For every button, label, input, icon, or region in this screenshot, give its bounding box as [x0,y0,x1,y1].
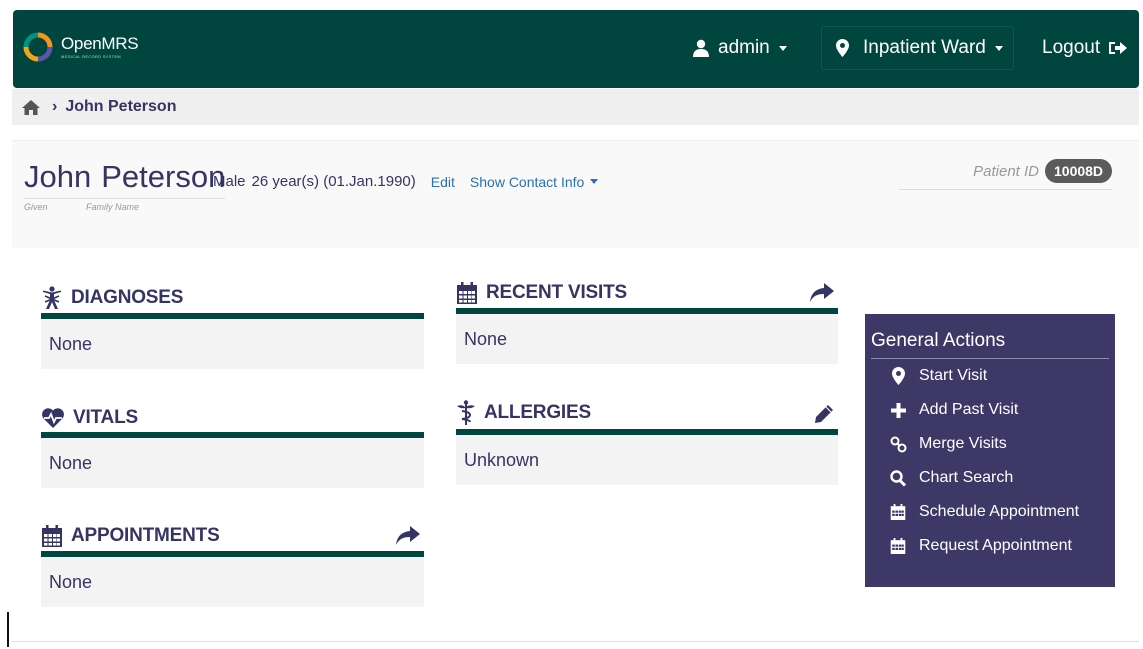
allergies-value: Unknown [456,435,838,485]
plus-icon [888,402,908,418]
heartbeat-icon [42,408,64,428]
pencil-icon[interactable] [814,404,834,424]
location-name: Inpatient Ward [863,37,986,58]
home-icon[interactable] [22,99,40,115]
diagnosis-icon [43,286,61,309]
link-icon [888,436,908,453]
diagnoses-value: None [41,319,424,369]
breadcrumb: › John Peterson [12,89,1139,125]
start-visit-action[interactable]: Start Visit [871,359,1109,393]
diagnoses-title: DIAGNOSES [71,287,184,308]
search-icon [888,469,908,487]
vitals-section: VITALS None [41,404,424,488]
openmrs-logo-icon [23,32,53,62]
text-cursor [7,612,9,647]
recent-visits-value: None [456,314,838,364]
chevron-right-icon: › [52,98,58,115]
patient-name: John Peterson [24,159,226,199]
chevron-down-icon [994,45,1003,51]
vitals-value: None [41,438,424,488]
schedule-appointment-label: Schedule Appointment [919,503,1080,520]
recent-visits-title: RECENT VISITS [486,282,627,303]
medical-caduceus-icon [457,400,475,425]
user-icon [693,39,709,57]
add-past-visit-label: Add Past Visit [919,401,1019,418]
patient-age: 26 year(s) (01.Jan.1990) [251,173,416,190]
diagnoses-section: DIAGNOSES None [41,285,424,369]
chevron-down-icon [778,45,787,51]
start-visit-label: Start Visit [919,367,988,384]
patient-given-name: John [24,159,92,194]
allergies-section: ALLERGIES Unknown [456,400,838,485]
appointments-value: None [41,557,424,607]
general-actions-panel: General Actions Start Visit Add Past Vis… [865,314,1115,587]
user-menu[interactable]: admin [693,37,787,59]
request-appointment-action[interactable]: Request Appointment [871,529,1109,563]
page-bottom-divider [12,641,1139,642]
user-name: admin [718,37,770,58]
general-actions-title: General Actions [871,330,1109,359]
logout-link[interactable]: Logout [1042,37,1128,59]
show-contact-info-label: Show Contact Info [469,173,585,190]
patient-gender: Male [213,173,246,190]
patient-family-name: Peterson [101,159,226,194]
recent-visits-section: RECENT VISITS None [456,280,838,364]
logout-label: Logout [1042,37,1101,58]
calendar-icon [888,503,908,521]
map-marker-icon [836,39,849,57]
logo-name: OpenMRS [61,34,139,53]
share-arrow-icon[interactable] [396,526,420,546]
share-arrow-icon[interactable] [810,283,834,303]
calendar-icon [42,525,62,547]
patient-id: Patient ID 10008D [899,159,1113,190]
show-contact-info-link[interactable]: Show Contact Info [470,174,584,190]
caret-down-icon [590,179,599,184]
patient-id-badge: 10008D [1045,159,1113,183]
calendar-icon [457,282,477,304]
patient-header: John Peterson Given Family Name Male 26 … [12,140,1139,248]
calendar-icon [888,537,908,555]
chart-search-label: Chart Search [919,469,1014,486]
merge-visits-label: Merge Visits [919,435,1007,452]
vitals-title: VITALS [73,407,138,428]
family-name-label: Family Name [86,202,140,212]
appointments-section: APPOINTMENTS None [41,523,424,607]
sign-out-icon [1109,42,1128,54]
logo-tagline: MEDICAL RECORD SYSTEM [61,54,121,59]
breadcrumb-current: John Peterson [65,98,177,115]
add-past-visit-action[interactable]: Add Past Visit [871,393,1109,427]
schedule-appointment-action[interactable]: Schedule Appointment [871,495,1109,529]
patient-id-label: Patient ID [973,162,1039,180]
map-marker-icon [888,367,908,385]
patient-name-block: John Peterson Given Family Name [24,159,226,212]
patient-demographics: Male 26 year(s) (01.Jan.1990) Edit Show … [213,173,599,190]
location-menu[interactable]: Inpatient Ward [821,26,1014,70]
given-label: Given [24,202,48,212]
appointments-title: APPOINTMENTS [71,525,220,546]
allergies-title: ALLERGIES [484,402,591,423]
request-appointment-label: Request Appointment [919,537,1072,554]
openmrs-logo[interactable]: OpenMRS MEDICAL RECORD SYSTEM [23,32,139,62]
edit-patient-link[interactable]: Edit [431,174,455,190]
top-header: OpenMRS MEDICAL RECORD SYSTEM admin Inpa… [13,10,1139,88]
merge-visits-action[interactable]: Merge Visits [871,427,1109,461]
chart-search-action[interactable]: Chart Search [871,461,1109,495]
